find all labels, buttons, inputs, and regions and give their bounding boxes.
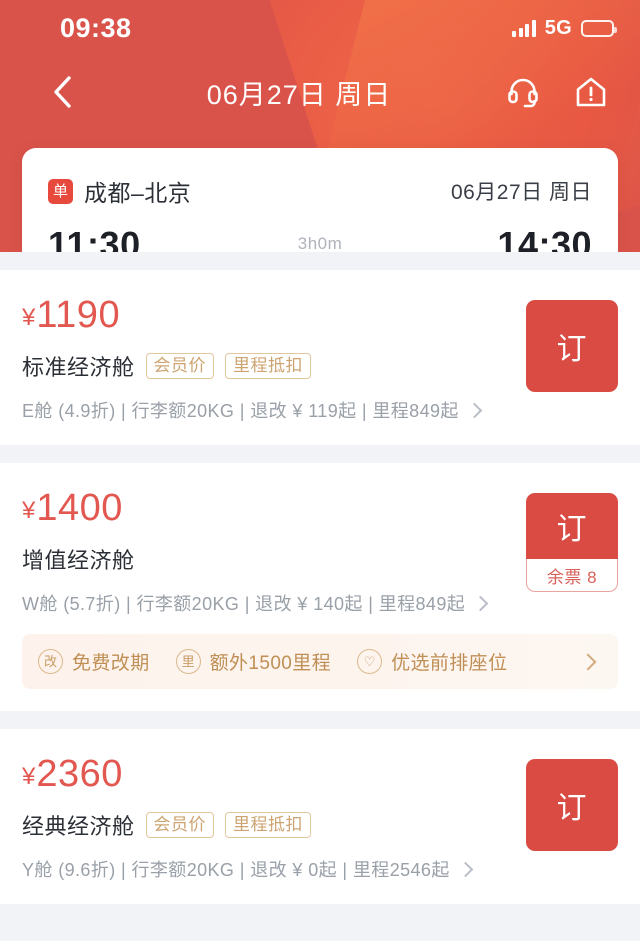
route-label: 成都–北京: [84, 180, 192, 206]
price-amount: 2360: [36, 753, 123, 795]
fare-name-row: 增值经济舱: [22, 543, 510, 575]
chevron-right-icon: [472, 595, 489, 611]
fare-name-row: 标准经济舱 会员价 里程抵扣: [22, 350, 510, 382]
fare-tag: 里程抵扣: [225, 353, 312, 379]
page-title: 06月27日 周日: [206, 79, 392, 110]
flight-duration: 3h0m: [297, 234, 343, 252]
headset-icon: [508, 78, 538, 108]
benefit-item: 里 额外1500里程: [175, 648, 332, 675]
home-button[interactable]: [572, 73, 610, 111]
trip-type-badge: 单: [48, 178, 73, 204]
order-button-group: 订: [526, 300, 618, 392]
order-button-group: 订 余票 8: [526, 493, 618, 592]
battery-icon: [581, 19, 617, 37]
benefit-label: 免费改期: [72, 653, 150, 674]
duration-group: 3h0m: [238, 224, 402, 252]
benefit-label: 额外1500里程: [209, 653, 332, 674]
extra-miles-icon: 里: [175, 649, 201, 674]
currency-symbol: ¥: [22, 763, 36, 790]
back-button[interactable]: [40, 70, 84, 114]
cabin-name: 标准经济舱: [22, 355, 135, 380]
fare-card[interactable]: ¥1400 增值经济舱 W舱 (5.7折) | 行李额20KG | 退改 ¥ 1…: [0, 463, 640, 711]
section-divider: [0, 445, 640, 463]
fare-card[interactable]: ¥1190 标准经济舱 会员价 里程抵扣 E舱 (4.9折) | 行李额20KG…: [0, 270, 640, 445]
fare-detail-text: Y舱 (9.6折) | 行李额20KG | 退改 ¥ 0起 | 里程2546起: [22, 860, 450, 880]
order-button[interactable]: 订: [526, 493, 618, 559]
section-divider: [0, 252, 640, 270]
benefit-label: 优选前排座位: [391, 653, 508, 674]
flight-times-row: 11:30 天府机场T2 3h0m 14:30 首都机场 T2: [48, 224, 592, 252]
benefit-item: ♡ 优选前排座位: [357, 648, 507, 675]
chevron-right-icon: [457, 861, 474, 877]
cabin-name: 增值经济舱: [22, 548, 135, 573]
chevron-left-icon: [54, 76, 71, 108]
currency-symbol: ¥: [22, 497, 36, 524]
price-amount: 1400: [36, 487, 123, 529]
arrival-time: 14:30: [497, 224, 592, 252]
preferred-seat-icon: ♡: [357, 649, 383, 674]
fare-benefits-strip[interactable]: 改 免费改期 里 额外1500里程 ♡ 优选前排座位: [22, 634, 618, 689]
signal-bars-icon: [512, 19, 536, 37]
fare-detail-row[interactable]: E舱 (4.9折) | 行李额20KG | 退改 ¥ 119起 | 里程849起: [22, 397, 510, 423]
network-type-label: 5G: [544, 16, 572, 39]
arrival-group: 14:30 首都机场 T2: [402, 224, 592, 252]
navigation-bar: 06月27日 周日: [0, 56, 640, 128]
order-button[interactable]: 订: [526, 300, 618, 392]
fare-detail-row[interactable]: Y舱 (9.6折) | 行李额20KG | 退改 ¥ 0起 | 里程2546起: [22, 856, 510, 882]
benefit-item: 改 免费改期: [38, 648, 150, 675]
change-date-icon: 改: [38, 649, 63, 674]
flight-summary-card[interactable]: 单 成都–北京 06月27日 周日 11:30 天府机场T2 3h0m: [22, 148, 618, 252]
fare-tag: 会员价: [145, 353, 215, 379]
chevron-right-icon: [466, 402, 483, 418]
cabin-name: 经典经济舱: [22, 814, 135, 839]
price-amount: 1190: [36, 294, 121, 336]
benefit-items: 改 免费改期 里 额外1500里程 ♡ 优选前排座位: [38, 648, 582, 675]
flight-card-header-row: 单 成都–北京 06月27日 周日: [48, 174, 592, 208]
order-button[interactable]: 订: [526, 759, 618, 851]
customer-support-button[interactable]: [504, 73, 542, 111]
section-divider: [0, 711, 640, 729]
fare-card[interactable]: ¥2360 经典经济舱 会员价 里程抵扣 Y舱 (9.6折) | 行李额20KG…: [0, 729, 640, 904]
fare-detail-text: W舱 (5.7折) | 行李额20KG | 退改 ¥ 140起 | 里程849起: [22, 594, 466, 614]
fare-name-row: 经典经济舱 会员价 里程抵扣: [22, 809, 510, 841]
nav-actions: [504, 73, 610, 111]
flight-date-label: 06月27日 周日: [450, 181, 592, 204]
flight-fare-selection-screen: 09:38 5G 06月27日 周日 单 成都–北京 06月27日 周日 11:…: [0, 0, 640, 941]
currency-symbol: ¥: [22, 304, 36, 331]
fare-detail-row[interactable]: W舱 (5.7折) | 行李额20KG | 退改 ¥ 140起 | 里程849起: [22, 590, 510, 616]
fare-list: ¥1190 标准经济舱 会员价 里程抵扣 E舱 (4.9折) | 行李额20KG…: [0, 252, 640, 904]
departure-time: 11:30: [48, 224, 141, 252]
fare-price: ¥2360: [22, 755, 510, 793]
status-bar-time: 09:38: [60, 12, 132, 43]
fare-tag: 里程抵扣: [225, 812, 312, 838]
fare-tag: 会员价: [145, 812, 215, 838]
fare-detail-text: E舱 (4.9折) | 行李额20KG | 退改 ¥ 119起 | 里程849起: [22, 401, 459, 421]
remaining-seats-badge: 余票 8: [526, 559, 618, 592]
chevron-right-icon: [579, 653, 597, 670]
status-bar-indicators: 5G: [512, 16, 617, 40]
header-banner: 09:38 5G 06月27日 周日 单 成都–北京 06月27日 周日 11:…: [0, 0, 640, 252]
fare-price: ¥1190: [22, 296, 510, 334]
order-button-group: 订: [526, 759, 618, 851]
status-bar: 09:38 5G: [0, 0, 640, 56]
route-group: 单 成都–北京: [48, 174, 191, 208]
departure-group: 11:30 天府机场T2: [48, 224, 238, 252]
home-icon: [576, 77, 606, 107]
fare-price: ¥1400: [22, 489, 510, 527]
